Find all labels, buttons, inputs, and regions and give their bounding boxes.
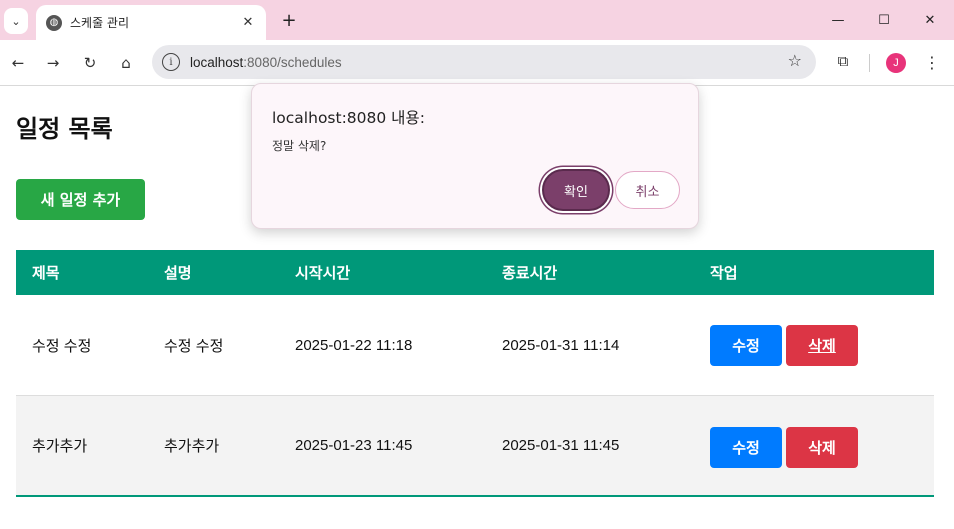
url-text: localhost:8080/schedules [190,54,342,70]
home-icon[interactable]: ⌂ [113,50,139,76]
kebab-menu-icon[interactable]: ⋮ [922,51,942,73]
header-start-time: 시작시간 [295,264,351,282]
forward-icon[interactable]: → [40,50,66,76]
dialog-message: 정말 삭제? [272,139,327,153]
browser-toolbar: ← → ↻ ⌂ i localhost:8080/schedules ☆ ⧉ J… [0,40,954,86]
window-close-icon[interactable]: ✕ [910,6,950,34]
bookmark-star-icon[interactable]: ☆ [788,51,802,70]
tab-title: 스케줄 관리 [70,16,130,30]
edit-button[interactable]: 수정 [710,325,782,366]
header-end-time: 종료시간 [502,264,558,282]
close-icon[interactable]: ✕ [238,13,258,33]
back-icon[interactable]: ← [5,50,31,76]
globe-icon: ◍ [46,14,62,31]
header-actions: 작업 [710,264,738,282]
new-tab-button[interactable]: + [278,9,300,31]
header-description: 설명 [164,264,192,282]
minimize-icon[interactable]: — [818,6,858,34]
table-row: 추가추가 추가추가 2025-01-23 11:45 2025-01-31 11… [16,396,934,497]
cancel-button[interactable]: 취소 [615,171,680,209]
schedule-table: 제목 설명 시작시간 종료시간 작업 수정 수정 수정 수정 2025-01-2… [16,250,934,497]
delete-button[interactable]: 삭제 [786,427,858,468]
cell-title: 수정 수정 [32,337,92,355]
header-title: 제목 [32,264,60,282]
cell-start-time: 2025-01-23 11:45 [295,437,413,454]
delete-button[interactable]: 삭제 [786,325,858,366]
dialog-title: localhost:8080 내용: [272,109,425,127]
toolbar-divider [869,54,870,72]
address-bar[interactable]: i localhost:8080/schedules ☆ [152,45,816,79]
reload-icon[interactable]: ↻ [77,50,103,76]
table-row: 수정 수정 수정 수정 2025-01-22 11:18 2025-01-31 … [16,295,934,396]
confirm-dialog: localhost:8080 내용: 정말 삭제? 확인 취소 [251,83,699,229]
extensions-icon[interactable]: ⧉ [832,50,854,72]
cell-start-time: 2025-01-22 11:18 [295,336,413,354]
cell-title: 추가추가 [32,438,88,455]
browser-title-bar: ⌄ ◍ 스케줄 관리 ✕ + — ☐ ✕ [0,0,954,40]
page-title: 일정 목록 [16,115,113,143]
cell-description: 수정 수정 [164,337,224,355]
table-header: 제목 설명 시작시간 종료시간 작업 [16,250,934,295]
add-schedule-button[interactable]: 새 일정 추가 [16,179,145,220]
profile-avatar[interactable]: J [886,53,906,73]
tab-search-button[interactable]: ⌄ [4,8,28,34]
maximize-icon[interactable]: ☐ [864,6,904,34]
chevron-down-icon: ⌄ [11,14,21,28]
cell-description: 추가추가 [164,438,220,455]
confirm-button[interactable]: 확인 [542,169,610,211]
browser-tab[interactable]: ◍ 스케줄 관리 ✕ [36,5,266,40]
cell-end-time: 2025-01-31 11:14 [502,336,620,354]
site-info-icon[interactable]: i [162,53,180,71]
cell-end-time: 2025-01-31 11:45 [502,437,620,454]
edit-button[interactable]: 수정 [710,427,782,468]
